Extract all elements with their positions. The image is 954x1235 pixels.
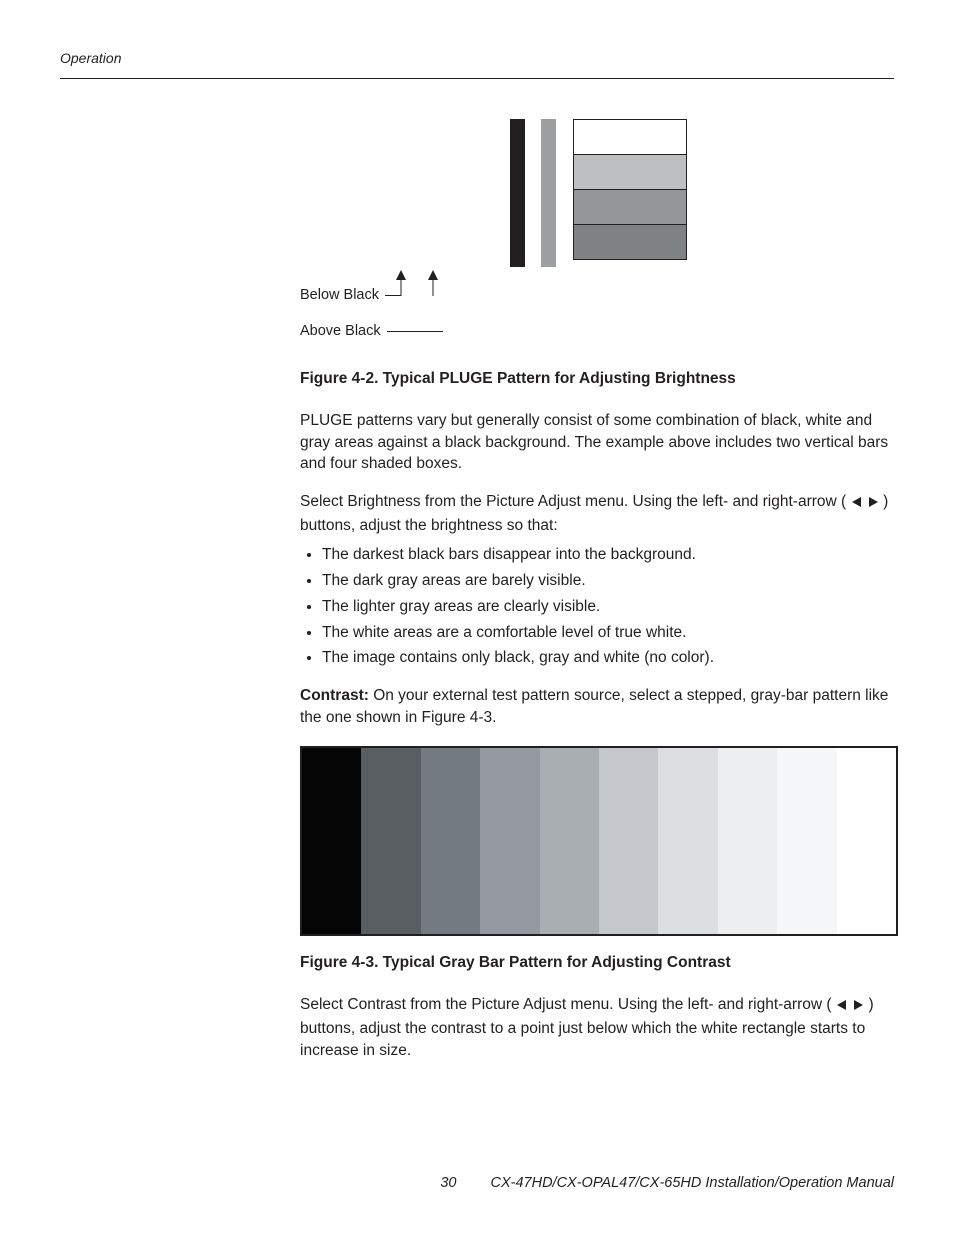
contrast-heading: Contrast:	[300, 687, 369, 704]
pluge-shade-stack	[573, 119, 687, 260]
pluge-shade-dark	[573, 224, 687, 260]
graybar-step	[540, 748, 599, 934]
graybar-step	[302, 748, 361, 934]
right-arrow-icon	[867, 493, 879, 515]
graybar-step	[718, 748, 777, 934]
pluge-figure	[405, 119, 695, 274]
content-column: Below Black Above Black Figure 4-2. Typi…	[300, 119, 900, 1061]
page-number: 30	[440, 1175, 456, 1191]
graybar-step	[421, 748, 480, 934]
pluge-shade-mid	[573, 189, 687, 225]
paragraph: PLUGE patterns vary but generally consis…	[300, 410, 900, 475]
list-item: The image contains only black, gray and …	[322, 647, 900, 669]
list-item: The white areas are a comfortable level …	[322, 622, 900, 644]
header-rule	[60, 78, 894, 79]
graybar-step	[361, 748, 420, 934]
graybar-step	[777, 748, 836, 934]
graybar-step	[658, 748, 717, 934]
brightness-bullet-list: The darkest black bars disappear into th…	[322, 544, 900, 668]
graybar-step	[480, 748, 539, 934]
callout-label: Below Black	[300, 287, 379, 303]
paragraph-text: Select Brightness from the Picture Adjus…	[300, 493, 846, 510]
paragraph-text: On your external test pattern source, se…	[300, 687, 888, 726]
graybar-figure	[300, 746, 898, 936]
figure-caption-4-2: Figure 4-2. Typical PLUGE Pattern for Ad…	[300, 370, 900, 388]
pluge-shade-white	[573, 119, 687, 155]
right-arrow-icon	[852, 996, 864, 1018]
paragraph: Select Brightness from the Picture Adjus…	[300, 491, 900, 536]
footer-title: CX-47HD/CX-OPAL47/CX-65HD Installation/O…	[491, 1175, 895, 1191]
pluge-bar-below-black	[510, 119, 525, 267]
graybar-step	[837, 748, 896, 934]
callout-label: Above Black	[300, 323, 381, 339]
callout-leader-line	[387, 331, 443, 332]
left-arrow-icon	[851, 493, 863, 515]
figure-caption-4-3: Figure 4-3. Typical Gray Bar Pattern for…	[300, 954, 900, 972]
running-header: Operation	[60, 50, 894, 66]
graybar-step	[599, 748, 658, 934]
callout-below-black: Below Black	[300, 284, 900, 306]
page-footer: 30 CX-47HD/CX-OPAL47/CX-65HD Installatio…	[60, 1175, 894, 1191]
pluge-bar-above-black	[541, 119, 556, 267]
page: Operation Below Black	[0, 0, 954, 1235]
paragraph: Contrast: On your external test pattern …	[300, 685, 900, 728]
list-item: The lighter gray areas are clearly visib…	[322, 596, 900, 618]
left-arrow-icon	[836, 996, 848, 1018]
paragraph: Select Contrast from the Picture Adjust …	[300, 994, 900, 1061]
pluge-shade-light	[573, 154, 687, 190]
list-item: The darkest black bars disappear into th…	[322, 544, 900, 566]
paragraph-text: Select Contrast from the Picture Adjust …	[300, 996, 832, 1013]
callout-above-black: Above Black	[300, 320, 900, 342]
list-item: The dark gray areas are barely visible.	[322, 570, 900, 592]
pluge-callouts: Below Black Above Black	[300, 284, 900, 342]
